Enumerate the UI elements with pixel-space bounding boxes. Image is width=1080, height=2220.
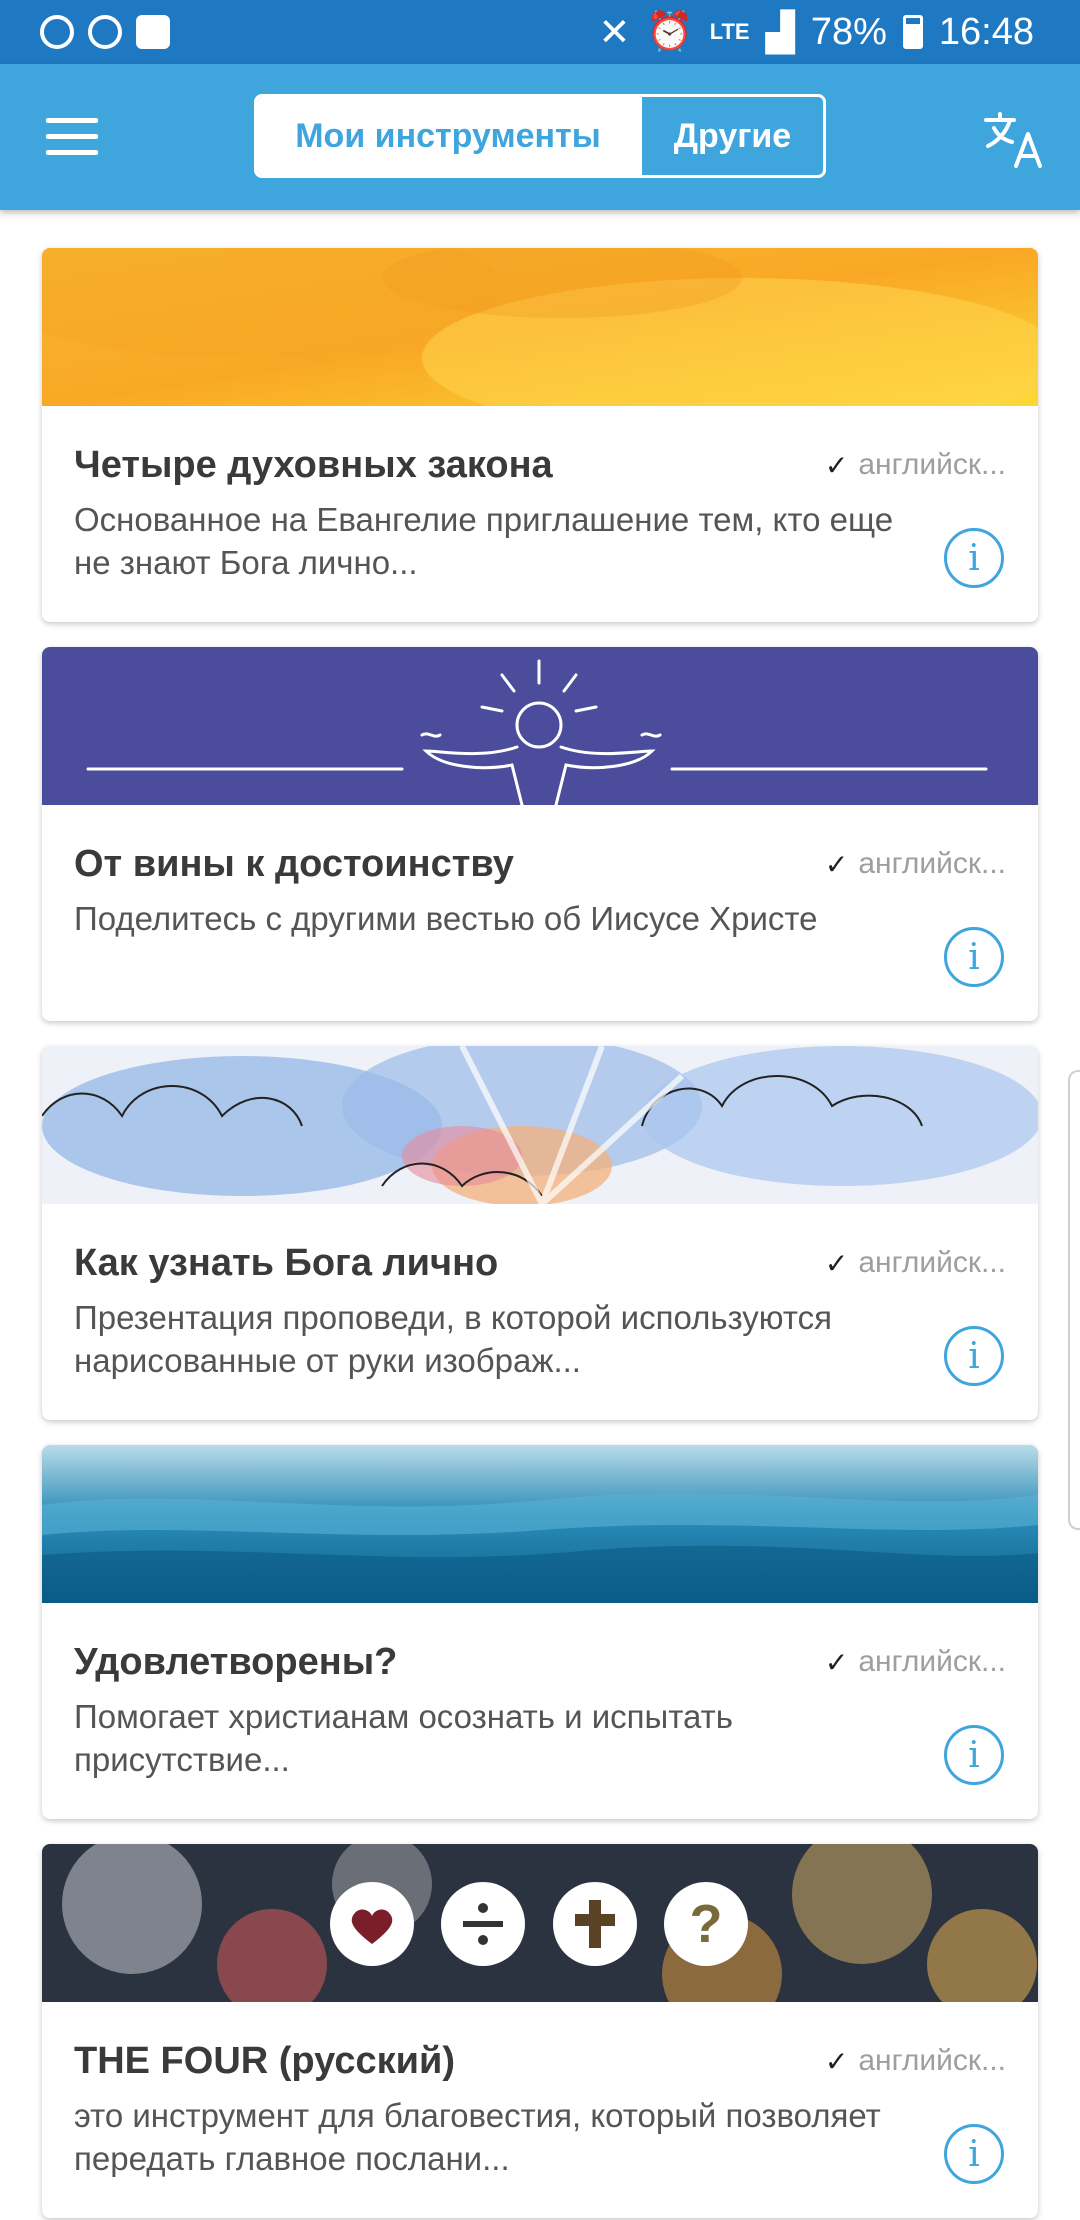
info-icon[interactable]: i: [944, 1326, 1004, 1386]
tool-description: Презентация проповеди, в которой использ…: [74, 1299, 832, 1379]
check-icon: ✓: [824, 1646, 849, 1678]
check-icon: ✓: [824, 2045, 849, 2077]
status-bar: ✕ ⏰ LTE ▟ 78% 16:48: [0, 0, 1080, 64]
info-icon[interactable]: i: [944, 1725, 1004, 1785]
tool-title: Удовлетворены?: [74, 1641, 398, 1683]
alarm-icon: ⏰: [646, 11, 694, 53]
check-icon: ✓: [824, 449, 849, 481]
translate-icon[interactable]: [982, 108, 1046, 172]
tool-card[interactable]: ? THE FOUR (русский) ✓ английск... это и…: [42, 1844, 1038, 2218]
tool-language: ✓ английск...: [825, 448, 1006, 482]
tool-card[interactable]: Как узнать Бога лично ✓ английск... През…: [42, 1046, 1038, 1420]
status-right: ✕ ⏰ LTE ▟ 78% 16:48: [599, 10, 1034, 55]
tool-card[interactable]: От вины к достоинству ✓ английск... Поде…: [42, 647, 1038, 1021]
tool-description: Помогает христианам осознать и испытать …: [74, 1698, 733, 1778]
tool-language: ✓ английск...: [825, 2044, 1006, 2078]
side-panel-handle[interactable]: [1068, 1070, 1080, 1530]
tool-language-label: английск...: [858, 2044, 1006, 2077]
tool-card[interactable]: Удовлетворены? ✓ английск... Помогает хр…: [42, 1445, 1038, 1819]
tool-tabs: Мои инструменты Другие: [254, 94, 826, 178]
app-bar: Мои инструменты Другие: [0, 64, 1080, 210]
tool-banner-image: [42, 647, 1038, 805]
sync-icon: [40, 15, 74, 49]
tab-other-tools[interactable]: Другие: [639, 97, 823, 175]
tool-banner-image: [42, 1445, 1038, 1603]
tool-language: ✓ английск...: [825, 847, 1006, 881]
tool-description: это инструмент для благовестия, который …: [74, 2097, 881, 2177]
tool-language-label: английск...: [858, 448, 1006, 481]
info-icon[interactable]: i: [944, 528, 1004, 588]
tool-title: Как узнать Бога лично: [74, 1242, 499, 1284]
info-icon[interactable]: i: [944, 2124, 1004, 2184]
lte-label: LTE: [709, 19, 750, 44]
battery-percent: 78%: [810, 10, 887, 53]
signal-icon: ▟: [765, 11, 795, 54]
tool-title: Четыре духовных закона: [74, 444, 553, 486]
tool-language-label: английск...: [858, 1246, 1006, 1279]
tool-language: ✓ английск...: [825, 1645, 1006, 1679]
tab-my-tools[interactable]: Мои инструменты: [257, 97, 639, 175]
tool-language: ✓ английск...: [825, 1246, 1006, 1280]
tool-list: Четыре духовных закона ✓ английск... Осн…: [0, 210, 1080, 2220]
status-left-icons: [40, 15, 170, 49]
info-icon[interactable]: i: [944, 927, 1004, 987]
check-icon: ✓: [824, 848, 849, 880]
check-icon: ✓: [824, 1247, 849, 1279]
tool-language-label: английск...: [858, 847, 1006, 880]
battery-icon: [902, 15, 923, 49]
tool-language-label: английск...: [858, 1645, 1006, 1678]
tool-title: THE FOUR (русский): [74, 2040, 455, 2082]
svg-text:?: ?: [690, 1894, 723, 1954]
tool-description: Поделитесь с другими вестью об Иисусе Хр…: [74, 900, 818, 937]
hamburger-menu-icon[interactable]: [46, 116, 98, 156]
tool-banner-image: [42, 248, 1038, 406]
wifi-icon: [136, 15, 170, 49]
clock: 16:48: [938, 10, 1034, 53]
tool-card[interactable]: Четыре духовных закона ✓ английск... Осн…: [42, 248, 1038, 622]
tool-description: Основанное на Евангелие приглашение тем,…: [74, 501, 894, 581]
mute-icon: ✕: [598, 11, 631, 54]
tool-banner-image: [42, 1046, 1038, 1204]
tool-banner-image: ?: [42, 1844, 1038, 2002]
timer-icon: [88, 15, 122, 49]
tool-title: От вины к достоинству: [74, 843, 514, 885]
